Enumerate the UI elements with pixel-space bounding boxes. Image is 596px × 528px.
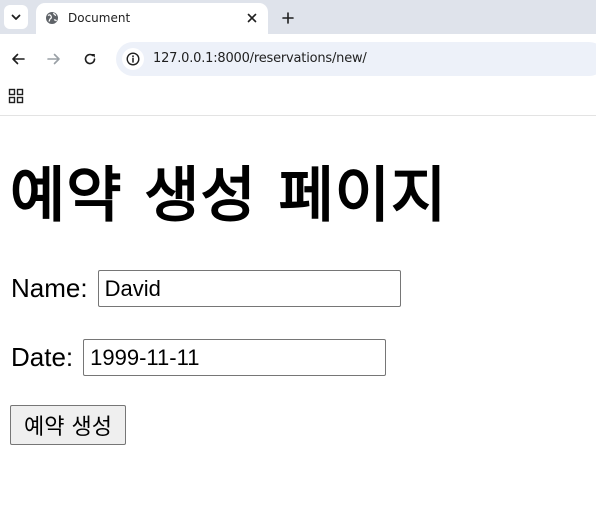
- reload-button[interactable]: [79, 48, 101, 70]
- new-tab-button[interactable]: [278, 8, 298, 28]
- page-content: 예약 생성 페이지 Name: Date: 예약 생성: [0, 117, 596, 528]
- browser-toolbar: 127.0.0.1:8000/reservations/new/: [0, 34, 596, 84]
- reload-icon: [84, 53, 96, 65]
- tab-title: Document: [68, 11, 131, 25]
- name-row: Name:: [11, 270, 401, 307]
- tab-close-button[interactable]: [244, 10, 260, 26]
- back-button[interactable]: [7, 48, 29, 70]
- date-label: Date:: [11, 342, 74, 372]
- tab-search-button[interactable]: [4, 5, 28, 29]
- page-title: 예약 생성 페이지: [10, 161, 448, 231]
- create-reservation-button[interactable]: 예약 생성: [10, 405, 126, 445]
- bookmarks-bar: [0, 84, 596, 116]
- date-row: Date:: [11, 339, 387, 376]
- chevron-down-icon: [11, 14, 21, 20]
- date-input[interactable]: [83, 339, 387, 376]
- forward-button[interactable]: [43, 48, 65, 70]
- globe-icon: [46, 12, 58, 24]
- close-icon: [247, 13, 257, 23]
- plus-icon: [282, 12, 294, 24]
- name-input[interactable]: [97, 270, 401, 307]
- tab-document[interactable]: Document: [36, 3, 268, 34]
- address-bar[interactable]: 127.0.0.1:8000/reservations/new/: [116, 42, 596, 76]
- arrow-left-icon: [12, 53, 25, 65]
- info-icon: [126, 52, 140, 66]
- apps-grid-icon[interactable]: [8, 88, 24, 104]
- url-text[interactable]: 127.0.0.1:8000/reservations/new/: [153, 51, 367, 66]
- arrow-right-icon: [47, 53, 60, 65]
- site-info-button[interactable]: [122, 48, 144, 70]
- name-label: Name:: [11, 273, 88, 303]
- tab-strip: Document: [0, 0, 596, 34]
